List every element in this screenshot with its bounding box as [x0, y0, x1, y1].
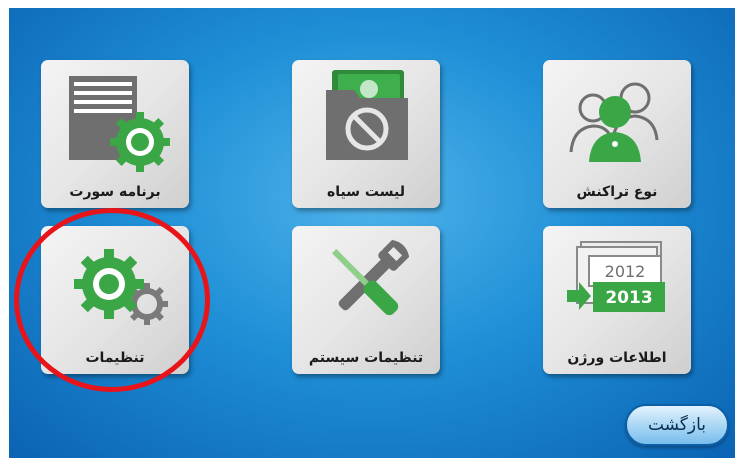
system-settings-label: تنظیمات سیستم [308, 350, 424, 366]
version-info-tile[interactable]: 2012 2013 اطلاعات ورژن [543, 226, 691, 374]
document-gear-icon [69, 76, 170, 172]
transaction-type-tile[interactable]: نوع تراکنش [543, 60, 691, 208]
settings-label: تنظیمات [85, 350, 145, 366]
gears-icon [74, 249, 168, 325]
blacklist-tile[interactable]: لیست سیاه [292, 60, 440, 208]
old-year-text: 2012 [605, 262, 646, 281]
new-year-text: 2013 [605, 288, 652, 308]
sort-program-label: برنامه سورت [69, 184, 161, 200]
calendar-version-icon: 2012 2013 [567, 241, 665, 312]
version-info-label: اطلاعات ورژن [567, 350, 667, 366]
main-menu-screen: برنامه سورت لیست سیاه نوع تراکنش تنظیمات… [9, 8, 735, 458]
folder-blocked-icon [326, 70, 408, 160]
transaction-type-label: نوع تراکنش [576, 184, 658, 200]
settings-tile[interactable]: تنظیمات [41, 226, 189, 374]
users-icon [569, 82, 659, 162]
sort-program-tile[interactable]: برنامه سورت [41, 60, 189, 208]
blacklist-label: لیست سیاه [327, 184, 405, 200]
system-settings-tile[interactable]: تنظیمات سیستم [292, 226, 440, 374]
back-button[interactable]: بازگشت [625, 404, 729, 446]
tools-icon [332, 239, 410, 316]
